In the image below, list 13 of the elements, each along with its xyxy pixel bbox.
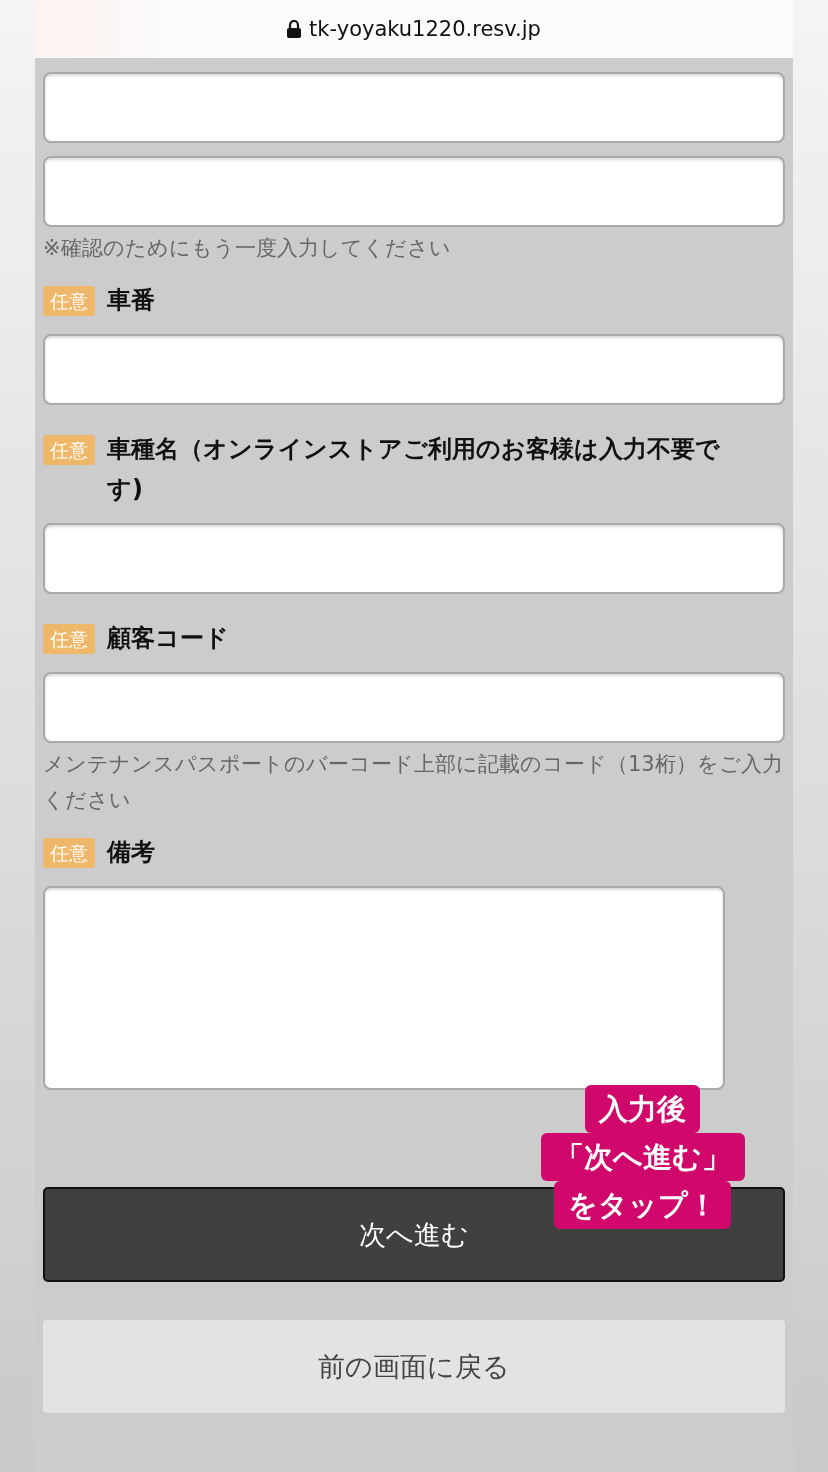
hint-text: メンテナンスパスポートのバーコード上部に記載のコード（13桁）をご入力ください	[43, 751, 784, 814]
optional-badge: 任意	[43, 286, 95, 316]
field-label: 顧客コード	[107, 623, 230, 654]
optional-badge: 任意	[43, 624, 95, 654]
optional-badge: 任意	[43, 435, 95, 465]
callout-tooltip: 「次へ進む」	[540, 1133, 745, 1181]
field-label: 車種名（オンラインストアご利用のお客様は入力不要です)	[107, 434, 721, 505]
optional-badge: 任意	[43, 838, 95, 868]
field-label: 備考	[107, 837, 156, 868]
callout-tooltip: をタップ！	[554, 1181, 731, 1229]
callout-tooltip: 入力後	[585, 1085, 700, 1133]
field-label: 車番	[107, 285, 156, 316]
hint-text: ※確認のためにもう一度入力してください	[43, 235, 452, 262]
